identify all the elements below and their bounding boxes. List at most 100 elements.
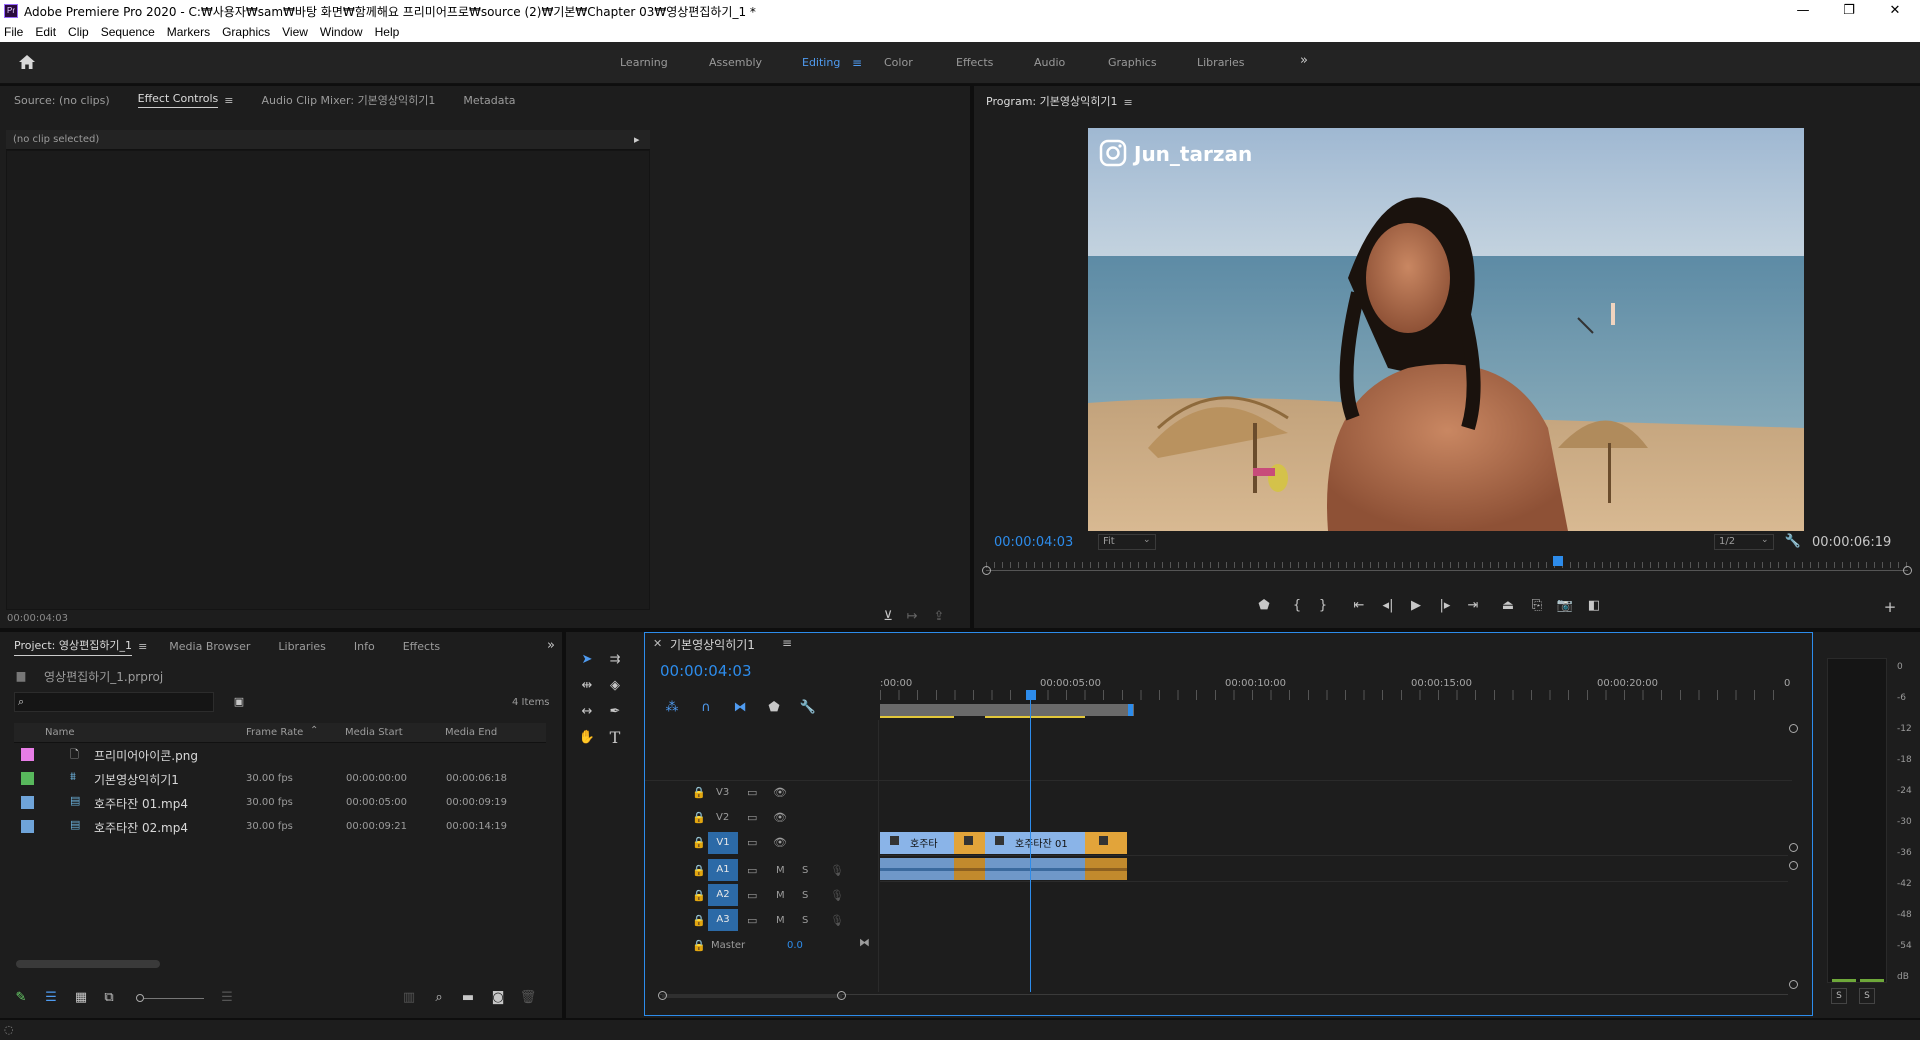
vertical-zoom-handle[interactable] [1789,861,1798,870]
horizontal-scroll-start-handle[interactable] [658,991,667,1000]
mute-button[interactable]: M [776,915,785,926]
sort-ascending-icon[interactable]: ⌃ [310,725,318,736]
mute-button[interactable]: M [776,890,785,901]
workspace-assembly[interactable]: Assembly [709,56,762,69]
vertical-zoom-handle[interactable] [1789,843,1798,852]
video-clip[interactable] [954,832,985,854]
add-marker-icon[interactable]: ⬟ [1255,598,1273,614]
tab-effects[interactable]: Effects [403,640,440,653]
find-icon[interactable]: ⌕ [430,990,448,1006]
video-clip[interactable] [1085,832,1127,854]
more-panels-icon[interactable]: » [542,638,560,654]
selection-tool-icon[interactable]: ➤ [578,652,596,668]
solo-left-button[interactable]: S [1831,988,1847,1004]
menu-graphics[interactable]: Graphics [222,25,270,39]
go-to-in-icon[interactable]: ⇤ [1350,598,1368,614]
audio-clip[interactable] [985,858,1085,880]
project-horizontal-scrollbar[interactable] [16,960,160,968]
work-area-bar[interactable] [880,704,1134,716]
program-monitor-title[interactable]: Program: 기본영상익히기1 [986,93,1117,111]
tab-metadata[interactable]: Metadata [463,94,515,107]
lock-icon[interactable]: 🔒 [692,836,706,849]
panel-menu-icon[interactable]: ≡ [224,94,233,107]
extract-icon[interactable]: ⎘ [1528,598,1546,614]
timeline-timecode[interactable]: 00:00:04:03 [660,662,752,680]
step-forward-icon[interactable]: |▸ [1436,598,1454,614]
label-color-swatch[interactable] [21,772,34,785]
snap-magnet-icon[interactable]: ∩ [697,700,715,716]
tab-effect-controls[interactable]: Effect Controls [137,92,219,108]
sync-lock-icon[interactable]: ▭ [747,864,757,877]
column-name[interactable]: Name [45,727,75,738]
track-label[interactable]: V2 [716,812,729,823]
project-search-input[interactable]: ⌕ [14,692,214,712]
menu-view[interactable]: View [282,25,308,39]
export-icon[interactable]: ⇪ [930,609,948,625]
menu-window[interactable]: Window [320,25,363,39]
timeline-settings-wrench-icon[interactable]: 🔧 [799,700,817,716]
nest-sequence-icon[interactable]: ⁂ [663,700,681,716]
horizontal-scrollbar[interactable] [662,994,842,998]
close-icon[interactable]: ✕ [1872,0,1918,22]
work-area-end-handle[interactable] [1128,704,1133,716]
lock-icon[interactable]: 🔒 [692,786,706,799]
tab-media-browser[interactable]: Media Browser [169,640,250,653]
linked-selection-icon[interactable]: ⧓ [731,700,749,716]
workspace-learning[interactable]: Learning [620,56,668,69]
lock-icon[interactable]: 🔒 [692,811,706,824]
solo-button[interactable]: S [802,865,808,876]
comparison-view-icon[interactable]: ◧ [1585,598,1603,614]
label-color-swatch[interactable] [21,748,34,761]
sync-lock-icon[interactable]: ▭ [747,889,757,902]
sync-lock-icon[interactable]: ▭ [747,786,757,799]
play-icon[interactable]: ▶ [1407,598,1425,614]
wrench-icon[interactable]: 🔧 [1784,534,1802,550]
eye-icon[interactable]: 👁 [773,811,787,824]
workspace-effects[interactable]: Effects [956,56,993,69]
tab-project[interactable]: Project: 영상편집하기_1 [14,637,133,656]
add-marker-icon[interactable]: ⬟ [765,700,783,716]
zoom-slider[interactable] [136,994,204,1002]
project-item-row[interactable]: 🗋 프리미어아이콘.png [14,743,546,767]
tab-source[interactable]: Source: (no clips) [14,94,110,107]
scrubber-end-handle[interactable] [1903,566,1912,575]
workspace-editing[interactable]: Editing [802,56,840,69]
audio-clip[interactable] [1085,858,1127,880]
track-select-tool-icon[interactable]: ⇉ [606,652,624,668]
ripple-edit-tool-icon[interactable]: ⇹ [578,678,596,694]
home-icon[interactable] [18,54,36,70]
column-media-start[interactable]: Media Start [345,727,403,738]
eye-icon[interactable]: 👁 [773,786,787,799]
scrubber-start-handle[interactable] [982,566,991,575]
fit-dropdown[interactable]: Fit ⌄ [1098,534,1156,550]
master-end-icon[interactable]: ⧓ [859,936,870,949]
microphone-icon[interactable]: 🎙 [830,864,844,877]
minimize-icon[interactable]: — [1780,0,1826,22]
type-tool-icon[interactable]: T [606,730,624,746]
resolution-dropdown[interactable]: 1/2 ⌄ [1714,534,1774,550]
video-clip[interactable]: 호주타 [880,832,954,854]
step-back-icon[interactable]: ◂| [1379,598,1397,614]
audio-clip[interactable] [880,858,954,880]
new-item-icon[interactable]: ◙ [489,990,507,1006]
project-item-row[interactable]: ⩩ 기본영상익히기1 30.00 fps 00:00:00:00 00:00:0… [14,767,546,791]
video-clip[interactable]: 호주타잔 01 [985,832,1085,854]
tab-libraries[interactable]: Libraries [278,640,326,653]
project-menu-icon[interactable]: ≡ [138,640,147,653]
zoom-slider-handle[interactable] [136,994,144,1002]
program-menu-icon[interactable]: ≡ [1123,96,1132,109]
play-audio-icon[interactable]: ↦ [903,609,921,625]
close-sequence-icon[interactable]: ✕ [653,637,662,650]
tab-info[interactable]: Info [354,640,375,653]
automate-to-sequence-icon[interactable]: ▥ [400,990,418,1006]
mute-button[interactable]: M [776,865,785,876]
new-search-bin-icon[interactable]: ▣ [230,694,248,710]
track-target-a1[interactable]: A1 [708,859,738,881]
eye-icon[interactable]: 👁 [773,836,787,849]
vertical-zoom-handle[interactable] [1789,980,1798,989]
source-patch-v1[interactable]: V1 [708,832,738,854]
expand-arrow-icon[interactable]: ▸ [634,133,640,146]
column-frame-rate[interactable]: Frame Rate [246,727,303,738]
track-target-a2[interactable]: A2 [708,884,738,906]
workspace-graphics[interactable]: Graphics [1108,56,1157,69]
